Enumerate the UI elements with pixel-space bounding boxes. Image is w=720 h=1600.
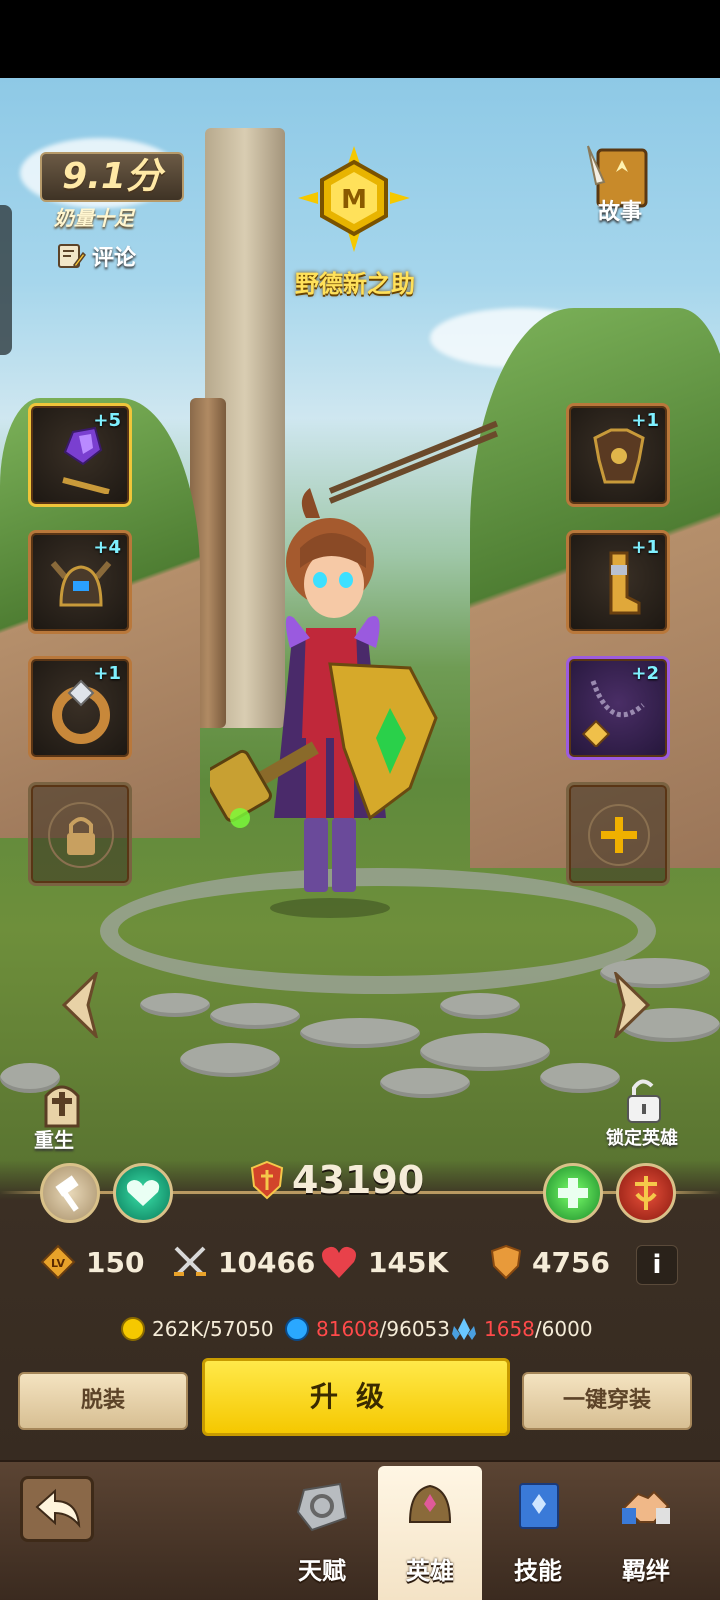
stat-hp: 145K [320,1244,448,1280]
equip-level-badge: +5 [93,410,121,431]
faction-button[interactable] [543,1163,603,1223]
nature-cross-icon [558,1178,588,1208]
tab-skill[interactable]: 技能 [486,1466,590,1600]
resource-exp: 81608/96053 [284,1316,450,1342]
crossed-swords-icon [174,1246,206,1276]
equip-slot-add[interactable] [566,782,670,886]
gold-value: 262K/57050 [152,1317,274,1341]
power-shield-icon [250,1160,284,1200]
equip-slot-locked[interactable] [28,782,132,886]
exp-total: /96053 [379,1317,450,1341]
equip-slot-weapon[interactable]: +5 [28,403,132,507]
rating-description: 奶量十足 [54,206,134,230]
equip-slot-armor[interactable]: +1 [566,403,670,507]
unequip-button[interactable]: 脱装 [18,1372,188,1430]
helmet-icon [50,561,112,607]
tab-hero[interactable]: 英雄 [378,1466,482,1600]
status-bar-area [0,0,720,78]
one-click-equip-button[interactable]: 一键穿装 [522,1372,692,1430]
necklace-icon [581,680,645,747]
equip-slot-boots[interactable]: +1 [566,530,670,634]
level-icon: LV [40,1244,76,1280]
tab-talent-label: 天赋 [298,1557,346,1585]
resource-gold: 262K/57050 [120,1316,274,1342]
equip-slot-helmet[interactable]: +4 [28,530,132,634]
rating-box[interactable]: 9.1分 [40,152,184,202]
chest-armor-icon [593,428,645,484]
equip-level-badge: +1 [631,537,659,558]
unlock-icon[interactable] [624,1076,664,1124]
exp-orb-icon [285,1317,309,1341]
tab-talent[interactable]: 天赋 [270,1466,374,1600]
shield-icon [490,1244,522,1280]
stat-level: LV 150 [40,1244,144,1280]
attack-value: 10466 [218,1245,316,1279]
exp-current: 81608 [316,1317,380,1341]
hero-character-model[interactable] [210,488,450,928]
rating-score: 9.1分 [62,156,162,197]
story-label: 故事 [597,200,642,225]
skill-book-icon [519,1483,559,1529]
crystal-current: 1658 [484,1317,535,1341]
hammer-tool-icon [55,1175,79,1212]
talent-stone-icon [296,1482,348,1532]
crystal-total: /6000 [534,1317,593,1341]
combat-power-value: 43190 [292,1158,425,1202]
add-icon [588,804,650,866]
class-emblem-icon [635,1176,657,1210]
hp-value: 145K [368,1245,449,1279]
next-hero-arrow-icon[interactable] [612,972,652,1038]
equip-slot-ring[interactable]: +1 [28,656,132,760]
comment-button[interactable]: 评论 [56,240,136,272]
svg-text:M: M [341,185,367,215]
heart-heal-icon [126,1180,160,1206]
lock-hero-label: 锁定英雄 [606,1128,678,1149]
level-value: 150 [86,1245,145,1279]
hero-screen: 9.1分 奶量十足 评论 M 野德新之助 故事 +5 +4 +1 +1 +1 +… [0,0,720,1600]
tab-bond[interactable]: 羁绊 [594,1466,698,1600]
hammer-icon [62,426,110,494]
handshake-icon [622,1490,670,1524]
heal-type-button[interactable] [113,1163,173,1223]
side-drawer-tab[interactable] [0,205,12,355]
back-arrow-icon [35,1488,81,1529]
boots-icon [609,551,641,615]
stat-defense: 4756 [490,1244,610,1280]
lock-icon [48,802,114,868]
comment-label: 评论 [92,246,137,271]
class-button[interactable] [616,1163,676,1223]
gold-coin-icon [121,1317,145,1341]
equip-level-badge: +1 [631,410,659,431]
tab-skill-label: 技能 [514,1557,562,1585]
hero-gear-button[interactable] [40,1163,100,1223]
upgrade-button[interactable]: 升级 [202,1358,510,1436]
svg-text:LV: LV [51,1257,65,1270]
heart-icon [322,1246,356,1278]
stats-info-button[interactable]: i [636,1245,678,1285]
ring-icon [52,679,110,744]
tab-hero-label: 英雄 [406,1557,454,1585]
resource-crystal: 1658/6000 [450,1316,593,1342]
defense-value: 4756 [532,1245,610,1279]
stat-attack: 10466 [172,1244,315,1280]
rebirth-icon[interactable] [40,1078,84,1128]
back-button[interactable] [20,1476,94,1542]
equip-level-badge: +1 [93,663,121,684]
rebirth-label: 重生 [34,1128,74,1152]
tab-bond-label: 羁绊 [622,1557,670,1585]
hero-helmet-icon [408,1484,452,1523]
equip-level-badge: +4 [93,537,121,558]
hero-title: 野德新之助 [295,270,415,298]
hero-class-emblem-icon[interactable]: M [298,146,410,252]
crystal-icon [452,1318,476,1340]
equip-slot-necklace[interactable]: +2 [566,656,670,760]
equip-level-badge: +2 [631,663,659,684]
previous-hero-arrow-icon[interactable] [60,972,100,1038]
comment-icon [58,244,86,269]
